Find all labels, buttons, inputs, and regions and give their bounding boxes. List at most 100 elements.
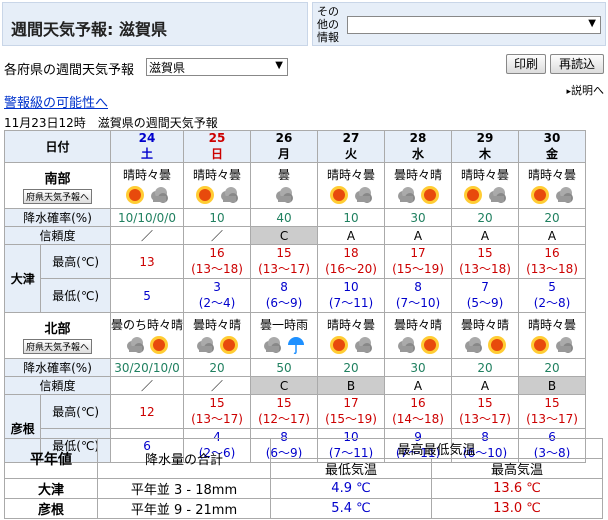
max-temp: 15 (13～17) bbox=[518, 394, 587, 429]
max-temp-range: (13～18) bbox=[526, 262, 578, 276]
sun-icon bbox=[488, 336, 507, 354]
max-temp: 16 (13～18) bbox=[518, 244, 587, 279]
pop-label: 降水確率(%) bbox=[4, 208, 111, 227]
day-header: 28 水 bbox=[384, 130, 453, 163]
weather-icons bbox=[251, 335, 317, 355]
sun-icon bbox=[220, 336, 239, 354]
weather-cell: 曇一時雨 bbox=[250, 312, 319, 359]
max-temp-range: (13～17) bbox=[191, 412, 243, 426]
cloud-icon bbox=[398, 337, 416, 353]
pop-value: 10 bbox=[317, 208, 386, 227]
reliability-value: C bbox=[250, 376, 319, 395]
cloud-icon bbox=[489, 187, 507, 203]
umbrella-icon bbox=[288, 337, 305, 355]
weather-text: 曇時々晴 bbox=[394, 318, 443, 332]
reliability-value: A bbox=[384, 376, 453, 395]
min-temp: 10 (7～11) bbox=[317, 278, 386, 313]
avg-city: 大津 bbox=[4, 478, 98, 499]
max-temp: 15 (13～18) bbox=[451, 244, 520, 279]
weather-text: 曇時々晴 bbox=[461, 318, 510, 332]
weather-icons bbox=[519, 335, 585, 355]
cloud-icon bbox=[398, 187, 416, 203]
day-header: 29 木 bbox=[451, 130, 520, 163]
min-temp-value: 10 bbox=[343, 280, 359, 294]
max-temp-value: 16 bbox=[544, 246, 560, 260]
pop-label: 降水確率(%) bbox=[4, 358, 111, 377]
weather-cell: 曇時々晴 bbox=[451, 312, 520, 359]
reliability-value: C bbox=[250, 226, 319, 245]
day-of-week: 水 bbox=[412, 147, 425, 161]
max-temp-value: 16 bbox=[410, 396, 426, 410]
title-box: 週間天気予報: 滋賀県 bbox=[2, 2, 308, 46]
other-info-select[interactable]: ▼ bbox=[347, 16, 601, 34]
day-number: 27 bbox=[342, 131, 360, 145]
max-temp-range: (15～19) bbox=[392, 262, 444, 276]
weather-icons bbox=[318, 335, 384, 355]
pop-value: 30/20/10/0 bbox=[109, 358, 185, 377]
max-temp-value: 18 bbox=[343, 246, 359, 260]
min-temp-value: 3 bbox=[213, 280, 221, 294]
max-temp-range: (12～17) bbox=[258, 412, 310, 426]
cloud-icon bbox=[197, 337, 215, 353]
day-number: 29 bbox=[476, 131, 494, 145]
weather-cell: 晴時々曇 bbox=[518, 162, 587, 209]
area-name: 北部 bbox=[44, 321, 71, 337]
reliability-value: B bbox=[518, 376, 587, 395]
prefecture-label: 各府県の週間天気予報 bbox=[4, 63, 135, 78]
area-name: 南部 bbox=[44, 171, 71, 187]
sun-icon bbox=[330, 186, 349, 204]
day-of-week: 木 bbox=[479, 147, 492, 161]
min-temp-value: 5 bbox=[548, 280, 556, 294]
weather-cell: 晴時々曇 bbox=[317, 162, 386, 209]
min-temp-range: (5～9) bbox=[466, 296, 504, 310]
prefecture-select[interactable]: 滋賀県 ▼ bbox=[146, 58, 288, 76]
print-button[interactable]: 印刷 bbox=[506, 54, 546, 74]
min-temp: 3 (2～4) bbox=[183, 278, 252, 313]
max-temp-range: (14～18) bbox=[392, 412, 444, 426]
day-number: 24 bbox=[138, 131, 156, 145]
pop-value: 20 bbox=[518, 358, 587, 377]
reliability-value: ／ bbox=[183, 226, 252, 245]
max-temp: 16 (13～18) bbox=[183, 244, 252, 279]
min-temp-value: 8 bbox=[280, 280, 288, 294]
averages-table: 平年値 降水量の合計 最高最低気温 最低気温 最高気温 大津 平年並 3 - 1… bbox=[4, 438, 603, 519]
reliability-value: A bbox=[451, 226, 520, 245]
day-header: 26 月 bbox=[250, 130, 319, 163]
cloud-icon bbox=[556, 337, 574, 353]
max-temp-range: (13～17) bbox=[258, 262, 310, 276]
min-temp: 8 (6～9) bbox=[250, 278, 319, 313]
min-temp-value: 5 bbox=[143, 288, 151, 303]
pref-forecast-button[interactable]: 府県天気予報へ bbox=[22, 188, 92, 204]
weather-cell: 晴時々曇 bbox=[451, 162, 520, 209]
day-number: 25 bbox=[208, 131, 226, 145]
help-link[interactable]: ▸説明へ bbox=[566, 82, 604, 98]
max-temp-value: 15 bbox=[477, 246, 493, 260]
max-temp-value: 15 bbox=[276, 396, 292, 410]
min-temp-range: (7～11) bbox=[328, 296, 374, 310]
temp-header: 最高最低気温 bbox=[270, 438, 603, 459]
warning-link[interactable]: 警報級の可能性へ bbox=[4, 92, 108, 111]
max-temp-range: (15～19) bbox=[325, 412, 377, 426]
max-temp-range: (13～17) bbox=[526, 412, 578, 426]
cloud-icon bbox=[127, 337, 144, 353]
weather-text: 晴時々曇 bbox=[461, 168, 510, 182]
reliability-label: 信頼度 bbox=[4, 226, 111, 245]
day-of-week: 火 bbox=[345, 147, 358, 161]
max-temp-value: 17 bbox=[410, 246, 426, 260]
reload-button[interactable]: 再読込 bbox=[550, 54, 604, 74]
chevron-down-icon: ▼ bbox=[275, 60, 283, 71]
weather-text: 曇のち時々晴 bbox=[111, 318, 184, 332]
max-temp: 13 bbox=[109, 244, 185, 279]
weather-cell: 曇時々晴 bbox=[384, 312, 453, 359]
reliability-value: ／ bbox=[109, 376, 185, 395]
other-info-box: その 他の 情報 ▼ bbox=[312, 2, 606, 46]
weather-icons bbox=[184, 335, 250, 355]
cloud-icon bbox=[151, 187, 168, 203]
pop-value: 10 bbox=[183, 208, 252, 227]
pop-value: 40 bbox=[250, 208, 319, 227]
sun-icon bbox=[150, 336, 168, 354]
weather-icons bbox=[111, 335, 183, 355]
weather-cell: 曇時々晴 bbox=[384, 162, 453, 209]
pref-forecast-button[interactable]: 府県天気予報へ bbox=[22, 338, 92, 354]
pop-value: 20 bbox=[451, 208, 520, 227]
